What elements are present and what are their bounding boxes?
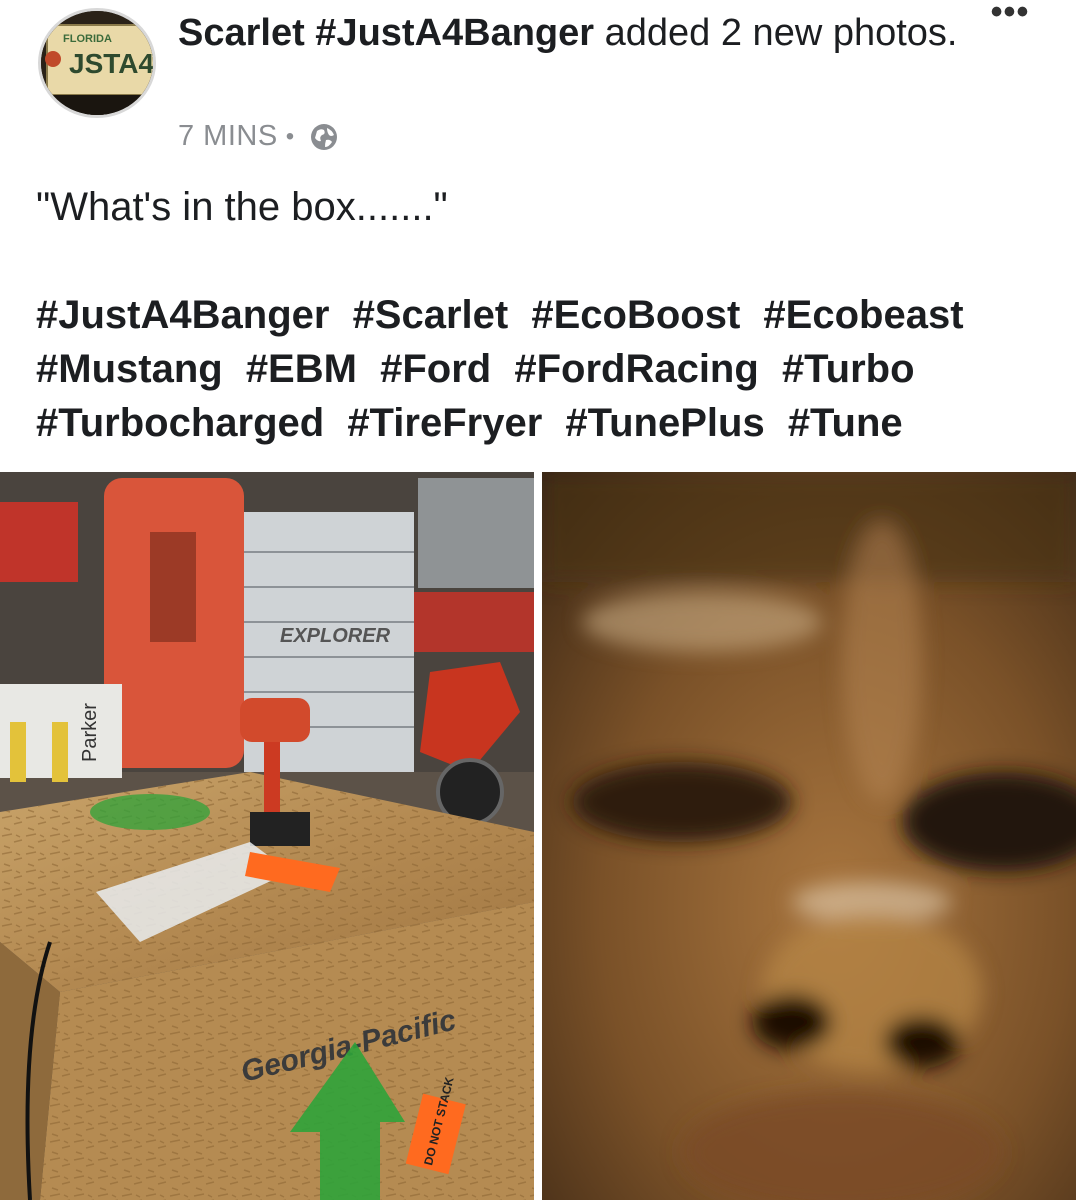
hashtag-list: #JustA4Banger #Scarlet #EcoBoost #Ecobea… — [36, 288, 1046, 450]
meta-separator: • — [285, 122, 295, 150]
chest-sticker-text: EXPLORER — [280, 625, 391, 647]
post-photo-face[interactable] — [542, 472, 1076, 1200]
more-options-icon[interactable]: ••• — [988, 0, 1032, 30]
post-meta: 7 MINS • — [178, 120, 339, 153]
hashtag[interactable]: #FordRacing — [514, 342, 758, 396]
hashtag[interactable]: #TireFryer — [347, 396, 542, 450]
action-text: added 2 new photos. — [604, 12, 958, 54]
post-photo-garage[interactable]: EXPLORER Parker Georgia-Pacific DO NOT S… — [0, 472, 534, 1200]
sign-text: Parker — [79, 703, 101, 762]
post-caption: "What's in the box......." — [36, 185, 448, 229]
hashtag[interactable]: #Tune — [788, 396, 903, 450]
avatar[interactable]: FLORIDA JSTA4 — [38, 8, 156, 118]
hashtag[interactable]: #JustA4Banger — [36, 288, 329, 342]
hashtag[interactable]: #Ecobeast — [763, 288, 963, 342]
plate-text: JSTA4 — [69, 48, 153, 79]
hashtag[interactable]: #Turbo — [782, 342, 915, 396]
post-author-line: Scarlet #JustA4Banger added 2 new photos… — [178, 6, 978, 60]
globe-icon[interactable] — [309, 122, 339, 152]
hashtag[interactable]: #TunePlus — [565, 396, 764, 450]
timestamp[interactable]: 7 MINS — [178, 120, 278, 153]
hashtag[interactable]: #Scarlet — [353, 288, 509, 342]
hashtag[interactable]: #EcoBoost — [531, 288, 740, 342]
hashtag[interactable]: #Mustang — [36, 342, 223, 396]
post-header: FLORIDA JSTA4 Scarlet #JustA4Banger adde… — [0, 0, 1076, 160]
hashtag[interactable]: #Turbocharged — [36, 396, 324, 450]
hashtag[interactable]: #Ford — [380, 342, 491, 396]
author-name[interactable]: Scarlet #JustA4Banger — [178, 12, 594, 54]
plate-state: FLORIDA — [63, 33, 112, 45]
hashtag[interactable]: #EBM — [246, 342, 357, 396]
